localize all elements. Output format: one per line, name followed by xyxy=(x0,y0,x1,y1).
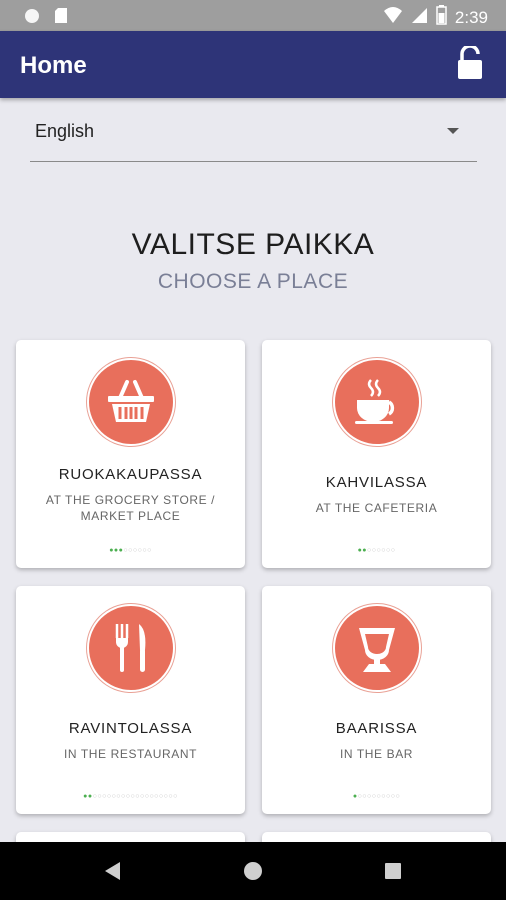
coffee-cup-icon xyxy=(335,360,419,444)
progress-dot-empty: ○ xyxy=(173,793,178,800)
language-select[interactable]: English xyxy=(30,112,477,162)
notification-dot-icon xyxy=(24,8,40,29)
system-nav-bar xyxy=(0,842,506,900)
card-subtitle: IN THE RESTAURANT xyxy=(63,747,198,761)
cell-signal-icon xyxy=(411,6,428,29)
card-title: RAVINTOLASSA xyxy=(68,720,193,737)
sd-card-icon xyxy=(54,7,68,29)
page-title: Home xyxy=(20,52,87,79)
language-select-value: English xyxy=(35,121,95,141)
place-card-cafeteria[interactable]: KAHVILASSA AT THE CAFETERIA ●●○○○○○○ xyxy=(262,340,491,568)
progress-dot-empty: ○ xyxy=(147,547,152,554)
card-title: KAHVILASSA xyxy=(325,474,428,491)
back-icon[interactable] xyxy=(105,862,120,880)
recent-apps-icon[interactable] xyxy=(385,863,401,879)
place-card-bar[interactable]: BAARISSA IN THE BAR ●○○○○○○○○○ xyxy=(262,586,491,814)
unlock-button[interactable] xyxy=(456,44,484,85)
progress-dots: ●○○○○○○○○○ xyxy=(262,793,491,800)
status-bar: 2:39 xyxy=(0,0,506,31)
place-card-grocery[interactable]: RUOKAKAUPASSA AT THE GROCERY STORE / MAR… xyxy=(16,340,245,568)
battery-icon xyxy=(436,5,447,30)
heading-subtitle: CHOOSE A PLACE xyxy=(157,270,349,293)
card-subtitle: AT THE CAFETERIA xyxy=(315,501,438,515)
card-title: RUOKAKAUPASSA xyxy=(58,466,203,483)
home-icon[interactable] xyxy=(244,862,262,880)
dropdown-caret-icon xyxy=(447,128,459,134)
wine-glass-icon xyxy=(335,606,419,690)
heading-title: VALITSE PAIKKA xyxy=(131,228,375,261)
shopping-basket-icon xyxy=(89,360,173,444)
app-bar: Home xyxy=(0,31,506,98)
place-card-restaurant[interactable]: RAVINTOLASSA IN THE RESTAURANT ●●○○○○○○○… xyxy=(16,586,245,814)
progress-dots: ●●●○○○○○○ xyxy=(16,547,245,554)
card-subtitle: AT THE GROCERY STORE / MARKET PLACE xyxy=(45,493,216,523)
status-time: 2:39 xyxy=(454,7,488,27)
card-subtitle: IN THE BAR xyxy=(339,747,414,761)
card-title: BAARISSA xyxy=(335,720,418,737)
wifi-icon xyxy=(383,6,403,29)
progress-dot-empty: ○ xyxy=(395,793,401,800)
progress-dots: ●●○○○○○○ xyxy=(262,547,491,554)
progress-dot-empty: ○ xyxy=(390,547,396,554)
fork-knife-icon xyxy=(89,606,173,690)
progress-dots: ●●○○○○○○○○○○○○○○○○○○ xyxy=(16,793,245,800)
unlock-icon xyxy=(456,44,484,84)
